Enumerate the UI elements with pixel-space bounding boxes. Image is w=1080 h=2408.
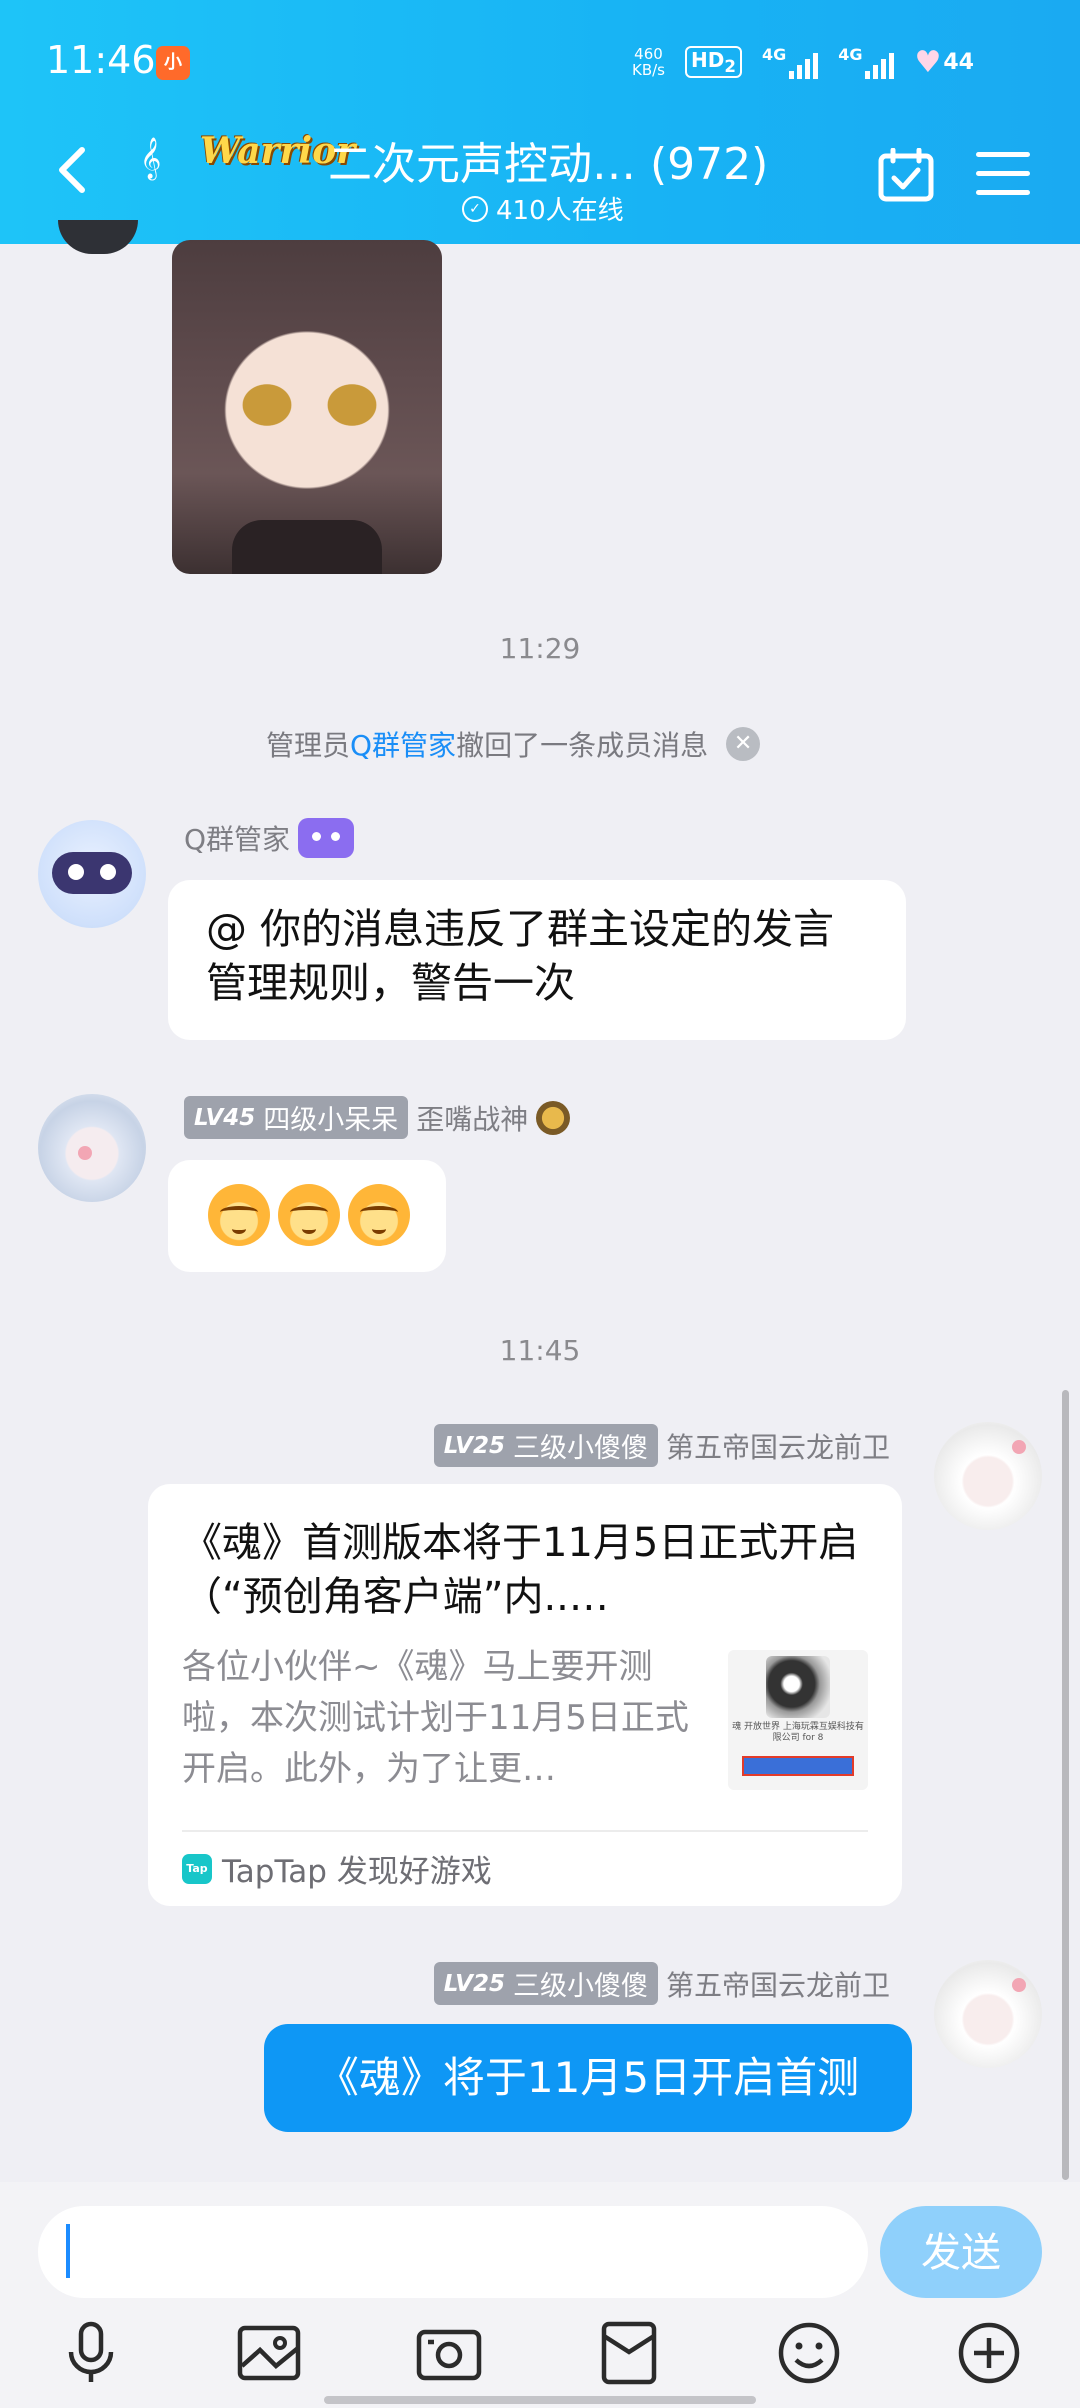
level-title: 三级小傻傻 — [512, 1971, 648, 2002]
heart-icon: ♥ — [914, 44, 942, 80]
red-packet-icon[interactable] — [594, 2318, 664, 2388]
message-text: @ 你的消息违反了群主设定的发言管理规则，警告一次 — [206, 905, 835, 1007]
avatar[interactable] — [58, 220, 138, 254]
recall-text: 管理员Q群管家撤回了一条成员消息 — [266, 724, 708, 764]
sender-label: 歪嘴战神 — [416, 1102, 529, 1136]
sticker-detail — [232, 520, 382, 574]
network-speed: 460 KB/s — [632, 46, 665, 78]
avatar[interactable] — [934, 1422, 1042, 1530]
doge-emoji-icon — [348, 1184, 410, 1246]
level-title: 四级小呆呆 — [263, 1105, 399, 1136]
card-divider — [182, 1830, 868, 1832]
thumbnail-text: 魂 开放世界 上海玩霖互娱科技有限公司 for 8 — [732, 1722, 864, 1743]
level-tag: LV45 四级小呆呆 — [184, 1096, 409, 1139]
network-speed-unit: KB/s — [632, 61, 665, 79]
sender-name: LV45 四级小呆呆 歪嘴战神 — [184, 1096, 571, 1139]
status-time: 11:46 — [46, 38, 156, 82]
card-title: 《魂》首测版本将于11月5日正式开启（“预创角客户端”内..… — [182, 1520, 859, 1620]
close-icon[interactable]: ✕ — [726, 727, 761, 761]
chat-header: 11:46 小 460 KB/s HD2 4G 4G ♥ 44 𝄞 Warrio… — [0, 0, 1080, 244]
battery-level: 44 — [943, 49, 974, 75]
sender-name: Q群管家 — [184, 818, 355, 858]
message-input[interactable] — [38, 2206, 868, 2298]
plus-icon[interactable] — [954, 2318, 1024, 2388]
card-description: 各位小伙伴~《魂》马上要开测啦，本次测试计划于11月5日正式开启。此外，为了让更… — [182, 1647, 689, 1789]
game-logo — [766, 1656, 830, 1718]
send-button[interactable]: 发送 — [880, 2206, 1042, 2298]
ear-icon[interactable]: 𝄞 — [140, 138, 161, 180]
signal-icon-sim2: 4G — [838, 45, 895, 79]
avatar[interactable] — [934, 1960, 1042, 2068]
time-separator: 11:29 — [499, 632, 581, 665]
menu-line — [976, 171, 1030, 176]
battery-icon: ♥ 44 — [914, 45, 974, 80]
recall-prefix: 管理员 — [266, 729, 351, 762]
back-button[interactable] — [44, 140, 104, 200]
online-count[interactable]: ✓ 410人在线 — [462, 190, 624, 227]
bot-eye — [68, 864, 84, 880]
level-number: LV25 — [443, 1970, 505, 1997]
hd-label: HD — [691, 48, 725, 72]
avatar-detail — [1012, 1440, 1026, 1454]
sim2-label: 4G — [838, 45, 863, 64]
card-source: TapTap 发现好游戏 — [222, 1854, 492, 1890]
picture-icon[interactable] — [234, 2318, 304, 2388]
menu-line — [976, 152, 1030, 157]
medal-icon — [536, 1100, 571, 1135]
level-title: 三级小傻傻 — [512, 1433, 648, 1464]
recall-suffix: 撤回了一条成员消息 — [456, 729, 709, 762]
level-tag: LV25 三级小傻傻 — [433, 1424, 658, 1467]
emoji-icon[interactable] — [774, 2318, 844, 2388]
notification-app-icon: 小 — [156, 46, 190, 80]
card-thumbnail: 魂 开放世界 上海玩霖互娱科技有限公司 for 8 — [728, 1650, 868, 1790]
home-indicator[interactable] — [324, 2396, 756, 2404]
time-separator: 11:45 — [499, 1334, 581, 1367]
check-icon: ✓ — [462, 195, 488, 222]
avatar[interactable] — [38, 1094, 146, 1202]
sender-name: LV25 三级小傻傻 第五帝国云龙前卫 — [433, 1962, 890, 2005]
menu-button[interactable] — [976, 152, 1030, 196]
sim1-label: 4G — [761, 45, 787, 64]
sticker-image[interactable] — [172, 240, 442, 574]
sender-name: LV25 三级小傻傻 第五帝国云龙前卫 — [433, 1424, 890, 1467]
signal-icon-sim1: 4G — [761, 45, 819, 79]
level-tag: LV25 三级小傻傻 — [433, 1962, 658, 2005]
recall-notice: 管理员Q群管家撤回了一条成员消息 ✕ — [266, 724, 761, 764]
doge-emoji-icon — [278, 1184, 340, 1246]
input-toolbar — [0, 2318, 1080, 2388]
sender-label: Q群管家 — [184, 823, 291, 856]
level-number: LV45 — [194, 1104, 256, 1131]
level-number: LV25 — [443, 1432, 505, 1459]
hd-sub: 2 — [724, 57, 736, 76]
avatar-detail — [1012, 1978, 1026, 1992]
taptap-icon: Tap — [182, 1854, 212, 1884]
online-count-label: 410人在线 — [496, 196, 624, 226]
bot-eye — [100, 864, 116, 880]
recall-admin-link[interactable]: Q群管家 — [350, 729, 456, 762]
group-title[interactable]: 二次元声控动… (972) — [328, 128, 768, 192]
avatar-detail — [78, 1146, 92, 1160]
bot-visor — [52, 852, 132, 894]
robot-icon — [298, 818, 355, 858]
avatar[interactable] — [38, 820, 146, 928]
scrollbar[interactable] — [1062, 1390, 1069, 2180]
doge-emoji-icon — [208, 1184, 270, 1246]
menu-line — [976, 190, 1030, 195]
message-text: 《魂》将于11月5日开启首测 — [316, 2053, 860, 2102]
network-speed-value: 460 — [634, 45, 663, 63]
calendar-check-button[interactable] — [878, 148, 934, 202]
microphone-icon[interactable] — [56, 2318, 126, 2388]
sender-label: 第五帝国云龙前卫 — [665, 1430, 890, 1464]
sender-label: 第五帝国云龙前卫 — [665, 1968, 890, 2002]
text-caret — [66, 2224, 70, 2278]
hd-icon: HD2 — [685, 46, 742, 78]
thumbnail-button — [742, 1756, 854, 1776]
camera-icon[interactable] — [414, 2318, 484, 2388]
status-indicators: 460 KB/s HD2 4G 4G ♥ 44 — [632, 42, 974, 82]
